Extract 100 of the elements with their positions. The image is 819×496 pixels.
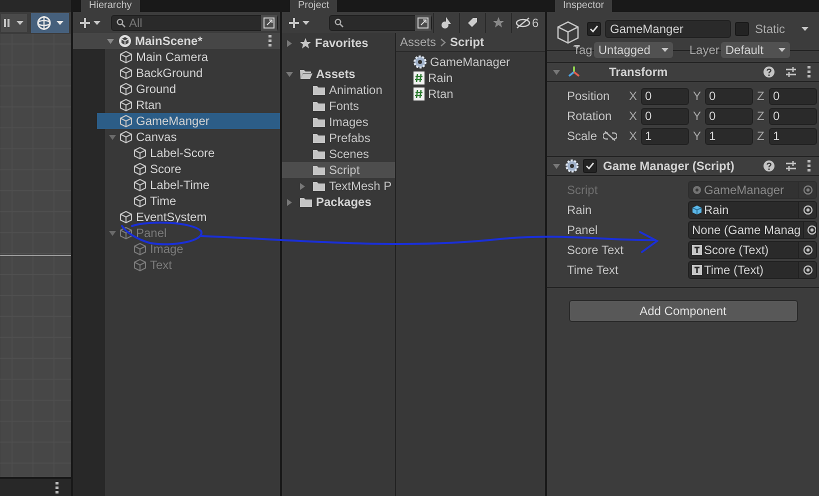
search-field[interactable]	[329, 14, 432, 30]
cube-icon	[119, 98, 133, 112]
property-label: Scale	[567, 128, 598, 145]
cube-icon	[119, 50, 133, 64]
folder-item[interactable]: TextMesh P	[282, 178, 395, 194]
object-picker-button[interactable]	[802, 222, 816, 238]
toolbar-button[interactable]	[1, 14, 27, 32]
game-object-row[interactable]: Main Camera	[97, 49, 280, 65]
number-field[interactable]: 1	[641, 128, 689, 144]
property-label: Panel	[567, 222, 599, 239]
number-field[interactable]: 1	[705, 128, 753, 144]
axis-label: Y	[693, 108, 702, 125]
breadcrumb-link[interactable]: Script	[450, 33, 484, 51]
axis-label: Z	[757, 88, 766, 105]
cube-icon	[133, 194, 147, 208]
component-header[interactable]: Game Manager (Script)	[547, 156, 819, 176]
gear-icon	[565, 159, 579, 173]
game-object-row[interactable]: Label-Score	[97, 145, 280, 161]
file-item[interactable]: Rain	[413, 70, 545, 86]
number-field[interactable]: 1	[769, 128, 817, 144]
open-folder-icon	[299, 68, 313, 80]
static-checkbox[interactable]	[735, 22, 749, 36]
layer-dropdown[interactable]: Default	[721, 42, 790, 58]
breadcrumb-link[interactable]: Assets	[400, 33, 436, 51]
game-object-row[interactable]: Ground	[97, 81, 280, 97]
folder-item[interactable]: Prefabs	[282, 130, 395, 146]
folder-item[interactable]: Packages	[282, 194, 395, 210]
shapes-filter-icon	[440, 16, 452, 29]
game-object-row[interactable]: Rtan	[97, 97, 280, 113]
number-field[interactable]: 0	[641, 108, 689, 124]
more-options-icon	[807, 66, 811, 78]
static-label: Static	[755, 21, 786, 38]
object-picker-button[interactable]	[798, 242, 816, 258]
number-field[interactable]: 0	[769, 88, 817, 104]
game-object-row[interactable]: EventSystem	[97, 209, 280, 225]
object-picker-button[interactable]	[798, 202, 816, 218]
folder-icon	[312, 116, 326, 128]
number-field[interactable]: 0	[641, 88, 689, 104]
scene-name: MainScene*	[135, 33, 204, 50]
object-field: GameManager	[688, 181, 817, 199]
axis-label: Z	[757, 108, 766, 125]
gear-icon	[692, 185, 702, 195]
tag-dropdown[interactable]: Untagged	[594, 42, 674, 58]
cube-icon	[692, 205, 702, 215]
layer-label: Layer	[689, 42, 720, 59]
caret-icon	[93, 20, 101, 26]
enabled-checkbox[interactable]	[583, 159, 597, 173]
object-field[interactable]: Time (Text)	[688, 261, 817, 279]
component-header[interactable]: Transform	[547, 62, 819, 82]
number-field[interactable]: 0	[705, 88, 753, 104]
cube-icon	[119, 82, 133, 96]
game-object-row[interactable]: GameManger	[97, 113, 280, 129]
number-field[interactable]: 0	[705, 108, 753, 124]
pause-bars-icon	[4, 18, 10, 28]
target-icon	[807, 225, 816, 235]
object-picker-button[interactable]	[798, 262, 816, 278]
sliders-icon	[785, 66, 797, 78]
cube-icon	[133, 146, 147, 160]
window-tab[interactable]: Hierarchy	[81, 0, 140, 12]
property-label: Rain	[567, 202, 593, 219]
search-bar[interactable]: All	[111, 14, 278, 30]
hidden-eye-icon	[515, 16, 531, 28]
more-options-icon	[55, 482, 59, 494]
maximize-button[interactable]	[415, 14, 431, 30]
window-tab[interactable]: Inspector	[555, 0, 612, 12]
game-object-row[interactable]: Label-Time	[97, 177, 280, 193]
folder-item[interactable]: Scenes	[282, 146, 395, 162]
caret-icon	[302, 20, 310, 26]
object-field[interactable]: Rain	[688, 201, 817, 219]
file-item[interactable]: GameManager	[413, 54, 545, 70]
folder-item[interactable]: Fonts	[282, 98, 395, 114]
axis-label: X	[629, 108, 638, 125]
expand-icon	[417, 16, 429, 28]
caret-icon	[661, 47, 670, 53]
object-field[interactable]: Score (Text)	[688, 241, 817, 259]
maximize-button[interactable]	[261, 14, 277, 30]
axis-label: Y	[693, 88, 702, 105]
game-object-row[interactable]: BackGround	[97, 65, 280, 81]
folder-item[interactable]: Images	[282, 114, 395, 130]
object-field[interactable]: None (Game Manag	[688, 221, 817, 239]
name-field[interactable]: GameManger	[605, 20, 731, 38]
game-object-row[interactable]: Time	[97, 193, 280, 209]
file-item[interactable]: Rtan	[413, 86, 545, 102]
active-checkbox[interactable]	[587, 22, 601, 36]
add-component-button[interactable]: Add Component	[568, 300, 798, 322]
folder-item[interactable]: Script	[282, 162, 395, 178]
folder-icon	[312, 180, 326, 192]
number-field[interactable]: 0	[769, 108, 817, 124]
axis-label: X	[629, 88, 638, 105]
star-icon	[492, 16, 504, 29]
gizmo-toggle-button[interactable]	[31, 12, 69, 33]
cube-icon	[133, 258, 147, 272]
window-tab[interactable]: Project	[290, 0, 338, 12]
transform-axes-icon	[567, 65, 581, 79]
cube-icon	[119, 66, 133, 80]
folder-item[interactable]: Assets	[282, 66, 395, 82]
game-object-row[interactable]: Score	[97, 161, 280, 177]
favorites-item[interactable]: Favorites	[282, 35, 395, 51]
folder-item[interactable]: Animation	[282, 82, 395, 98]
game-object-row[interactable]: Canvas	[97, 129, 280, 145]
